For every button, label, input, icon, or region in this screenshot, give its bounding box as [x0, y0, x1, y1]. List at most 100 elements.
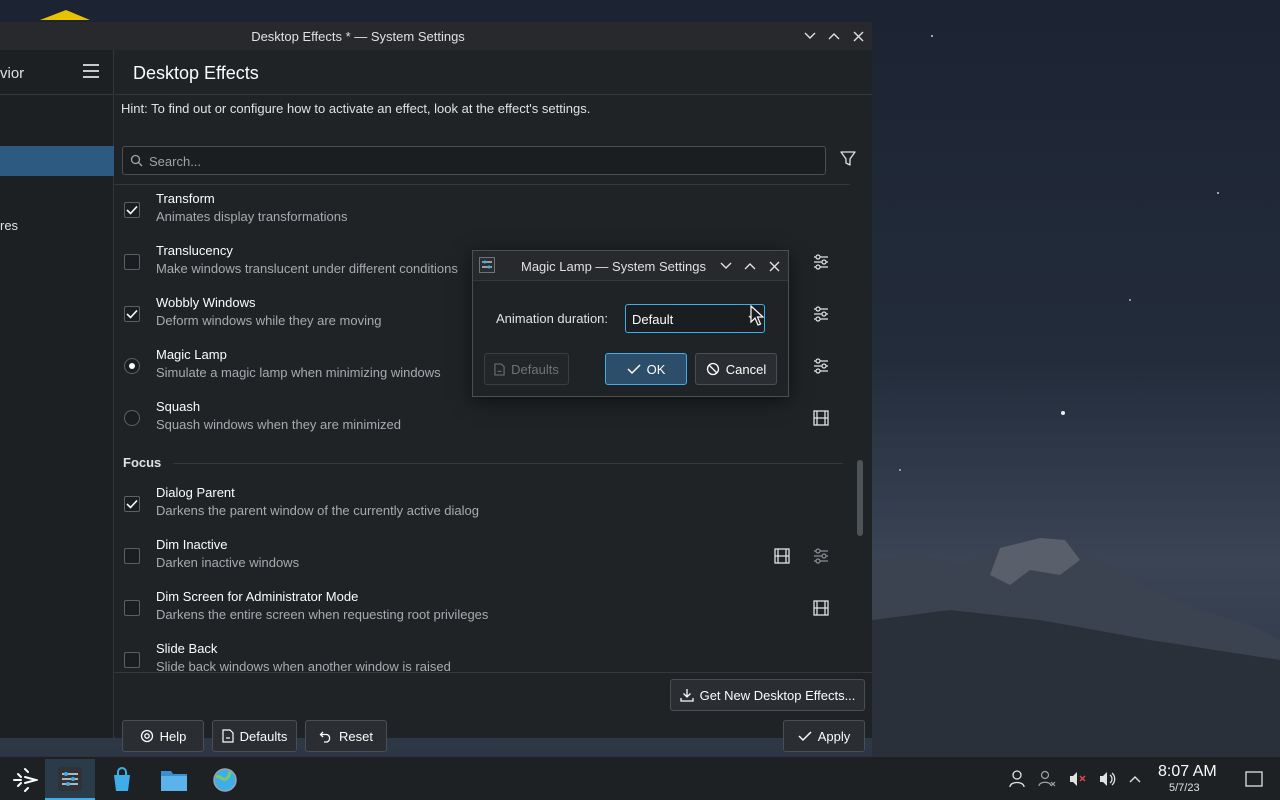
dialog-minimize-button[interactable]	[717, 257, 735, 275]
effect-description: Squash windows when they are minimized	[156, 417, 401, 432]
scrollbar[interactable]	[852, 184, 872, 672]
sidebar-item-selected[interactable]	[0, 146, 114, 176]
show-desktop-icon[interactable]	[1244, 769, 1264, 789]
effect-description: Slide back windows when another window i…	[156, 659, 451, 672]
video-icon[interactable]	[773, 547, 791, 565]
video-icon[interactable]	[812, 409, 830, 427]
dim-inactive-checkbox[interactable]	[124, 548, 140, 564]
maximize-button[interactable]	[824, 26, 844, 46]
page-header: Desktop Effects	[115, 50, 872, 95]
help-button[interactable]: Help	[122, 720, 204, 752]
animation-duration-input[interactable]	[632, 309, 742, 329]
effect-name: Wobbly Windows	[156, 295, 256, 310]
apply-button[interactable]: Apply	[783, 720, 865, 752]
effect-description: Animates display transformations	[156, 209, 348, 224]
video-icon[interactable]	[812, 599, 830, 617]
search-field[interactable]	[122, 146, 826, 175]
effect-name: Transform	[156, 191, 215, 206]
defaults-button[interactable]: Defaults	[212, 720, 297, 752]
squash-radio[interactable]	[124, 410, 140, 426]
translucency-checkbox[interactable]	[124, 254, 140, 270]
dim-screen-checkbox[interactable]	[124, 600, 140, 616]
window-titlebar[interactable]: Desktop Effects * — System Settings	[0, 22, 872, 50]
hamburger-menu-icon[interactable]	[82, 63, 102, 81]
effect-row-squash[interactable]: Squash Squash windows when they are mini…	[115, 393, 850, 445]
checkmark-icon	[627, 364, 641, 375]
effect-description: Deform windows while they are moving	[156, 313, 382, 328]
dialog-maximize-button[interactable]	[741, 257, 759, 275]
close-button[interactable]	[848, 26, 868, 46]
minimize-button[interactable]	[800, 26, 820, 46]
dialog-parent-checkbox[interactable]	[124, 496, 140, 512]
help-label: Help	[159, 728, 187, 744]
clock-date[interactable]: 5/7/23	[1169, 782, 1200, 794]
footer-bar: Get New Desktop Effects... Help Defaults…	[115, 672, 872, 752]
dialog-titlebar[interactable]: Magic Lamp — System Settings	[473, 251, 788, 281]
get-new-effects-button[interactable]: Get New Desktop Effects...	[670, 679, 865, 711]
checkmark-icon	[798, 731, 812, 742]
slide-back-checkbox[interactable]	[124, 652, 140, 668]
search-input[interactable]	[149, 151, 809, 171]
undo-icon	[319, 731, 331, 743]
dialog-ok-label: OK	[646, 361, 666, 377]
apply-label: Apply	[817, 728, 851, 744]
configure-icon[interactable]	[812, 357, 830, 375]
scrollbar-thumb[interactable]	[857, 460, 863, 536]
clock-time[interactable]: 8:07 AM	[1158, 763, 1217, 781]
dialog-defaults-button[interactable]: Defaults	[484, 353, 569, 385]
taskbar-browser[interactable]	[200, 759, 250, 800]
app-launcher-icon[interactable]	[0, 759, 50, 800]
sidebar-item-partial[interactable]: res	[0, 218, 18, 233]
effect-name: Magic Lamp	[156, 347, 227, 362]
get-new-effects-label: Get New Desktop Effects...	[699, 687, 856, 703]
magic-lamp-radio[interactable]	[124, 358, 140, 374]
effect-row-transform[interactable]: Transform Animates display transformatio…	[115, 185, 850, 237]
download-icon	[679, 689, 694, 702]
effect-description: Make windows translucent under different…	[156, 261, 458, 276]
animation-duration-combobox[interactable]	[625, 304, 765, 333]
reset-label: Reset	[339, 728, 373, 744]
effect-name: Dialog Parent	[156, 485, 235, 500]
document-icon	[494, 362, 505, 376]
hint-text: Hint: To find out or configure how to ac…	[121, 101, 591, 116]
effect-row-dim-screen[interactable]: Dim Screen for Administrator Mode Darken…	[115, 583, 850, 635]
taskbar-file-manager[interactable]	[149, 759, 199, 800]
effect-row-dim-inactive[interactable]: Dim Inactive Darken inactive windows	[115, 531, 850, 583]
effect-row-dialog-parent[interactable]: Dialog Parent Darkens the parent window …	[115, 479, 850, 531]
dialog-cancel-button[interactable]: Cancel	[695, 353, 777, 385]
effect-description: Darkens the parent window of the current…	[156, 503, 480, 518]
configure-icon[interactable]	[812, 305, 830, 323]
effect-description: Darken inactive windows	[156, 555, 300, 570]
effect-description: Simulate a magic lamp when minimizing wi…	[156, 365, 441, 380]
user-switch-icon[interactable]	[1037, 769, 1057, 789]
transform-checkbox[interactable]	[124, 202, 140, 218]
search-icon	[130, 154, 143, 170]
volume-icon[interactable]	[1097, 769, 1117, 789]
dialog-defaults-label: Defaults	[511, 361, 559, 377]
configure-icon[interactable]	[812, 547, 830, 565]
defaults-label: Defaults	[239, 728, 288, 744]
dialog-ok-button[interactable]: OK	[605, 353, 687, 385]
wobbly-windows-checkbox[interactable]	[124, 306, 140, 322]
animation-duration-label: Animation duration:	[496, 311, 609, 326]
effect-name: Dim Inactive	[156, 537, 228, 552]
cancel-icon	[706, 362, 719, 376]
filter-icon[interactable]	[839, 150, 859, 170]
dialog-close-button[interactable]	[765, 257, 783, 275]
audio-muted-icon[interactable]	[1067, 769, 1087, 789]
effect-row-slide-back[interactable]: Slide Back Slide back windows when anoth…	[115, 635, 850, 672]
magic-lamp-dialog: Magic Lamp — System Settings Animation d…	[472, 250, 789, 397]
window-title: Desktop Effects * — System Settings	[251, 28, 465, 44]
taskbar-system-settings[interactable]	[45, 759, 95, 800]
effect-name: Squash	[156, 399, 201, 414]
taskbar-discover-store[interactable]	[97, 759, 147, 800]
tray-expand-icon[interactable]	[1125, 769, 1145, 789]
sidebar-title: vior	[0, 65, 25, 82]
configure-icon[interactable]	[812, 253, 830, 271]
mouse-cursor-icon	[750, 304, 765, 330]
dialog-title: Magic Lamp — System Settings	[521, 259, 706, 274]
reset-button[interactable]: Reset	[305, 720, 387, 752]
section-label-focus: Focus	[123, 455, 162, 470]
sidebar-header: vior	[0, 50, 114, 95]
user-icon[interactable]	[1007, 769, 1027, 789]
